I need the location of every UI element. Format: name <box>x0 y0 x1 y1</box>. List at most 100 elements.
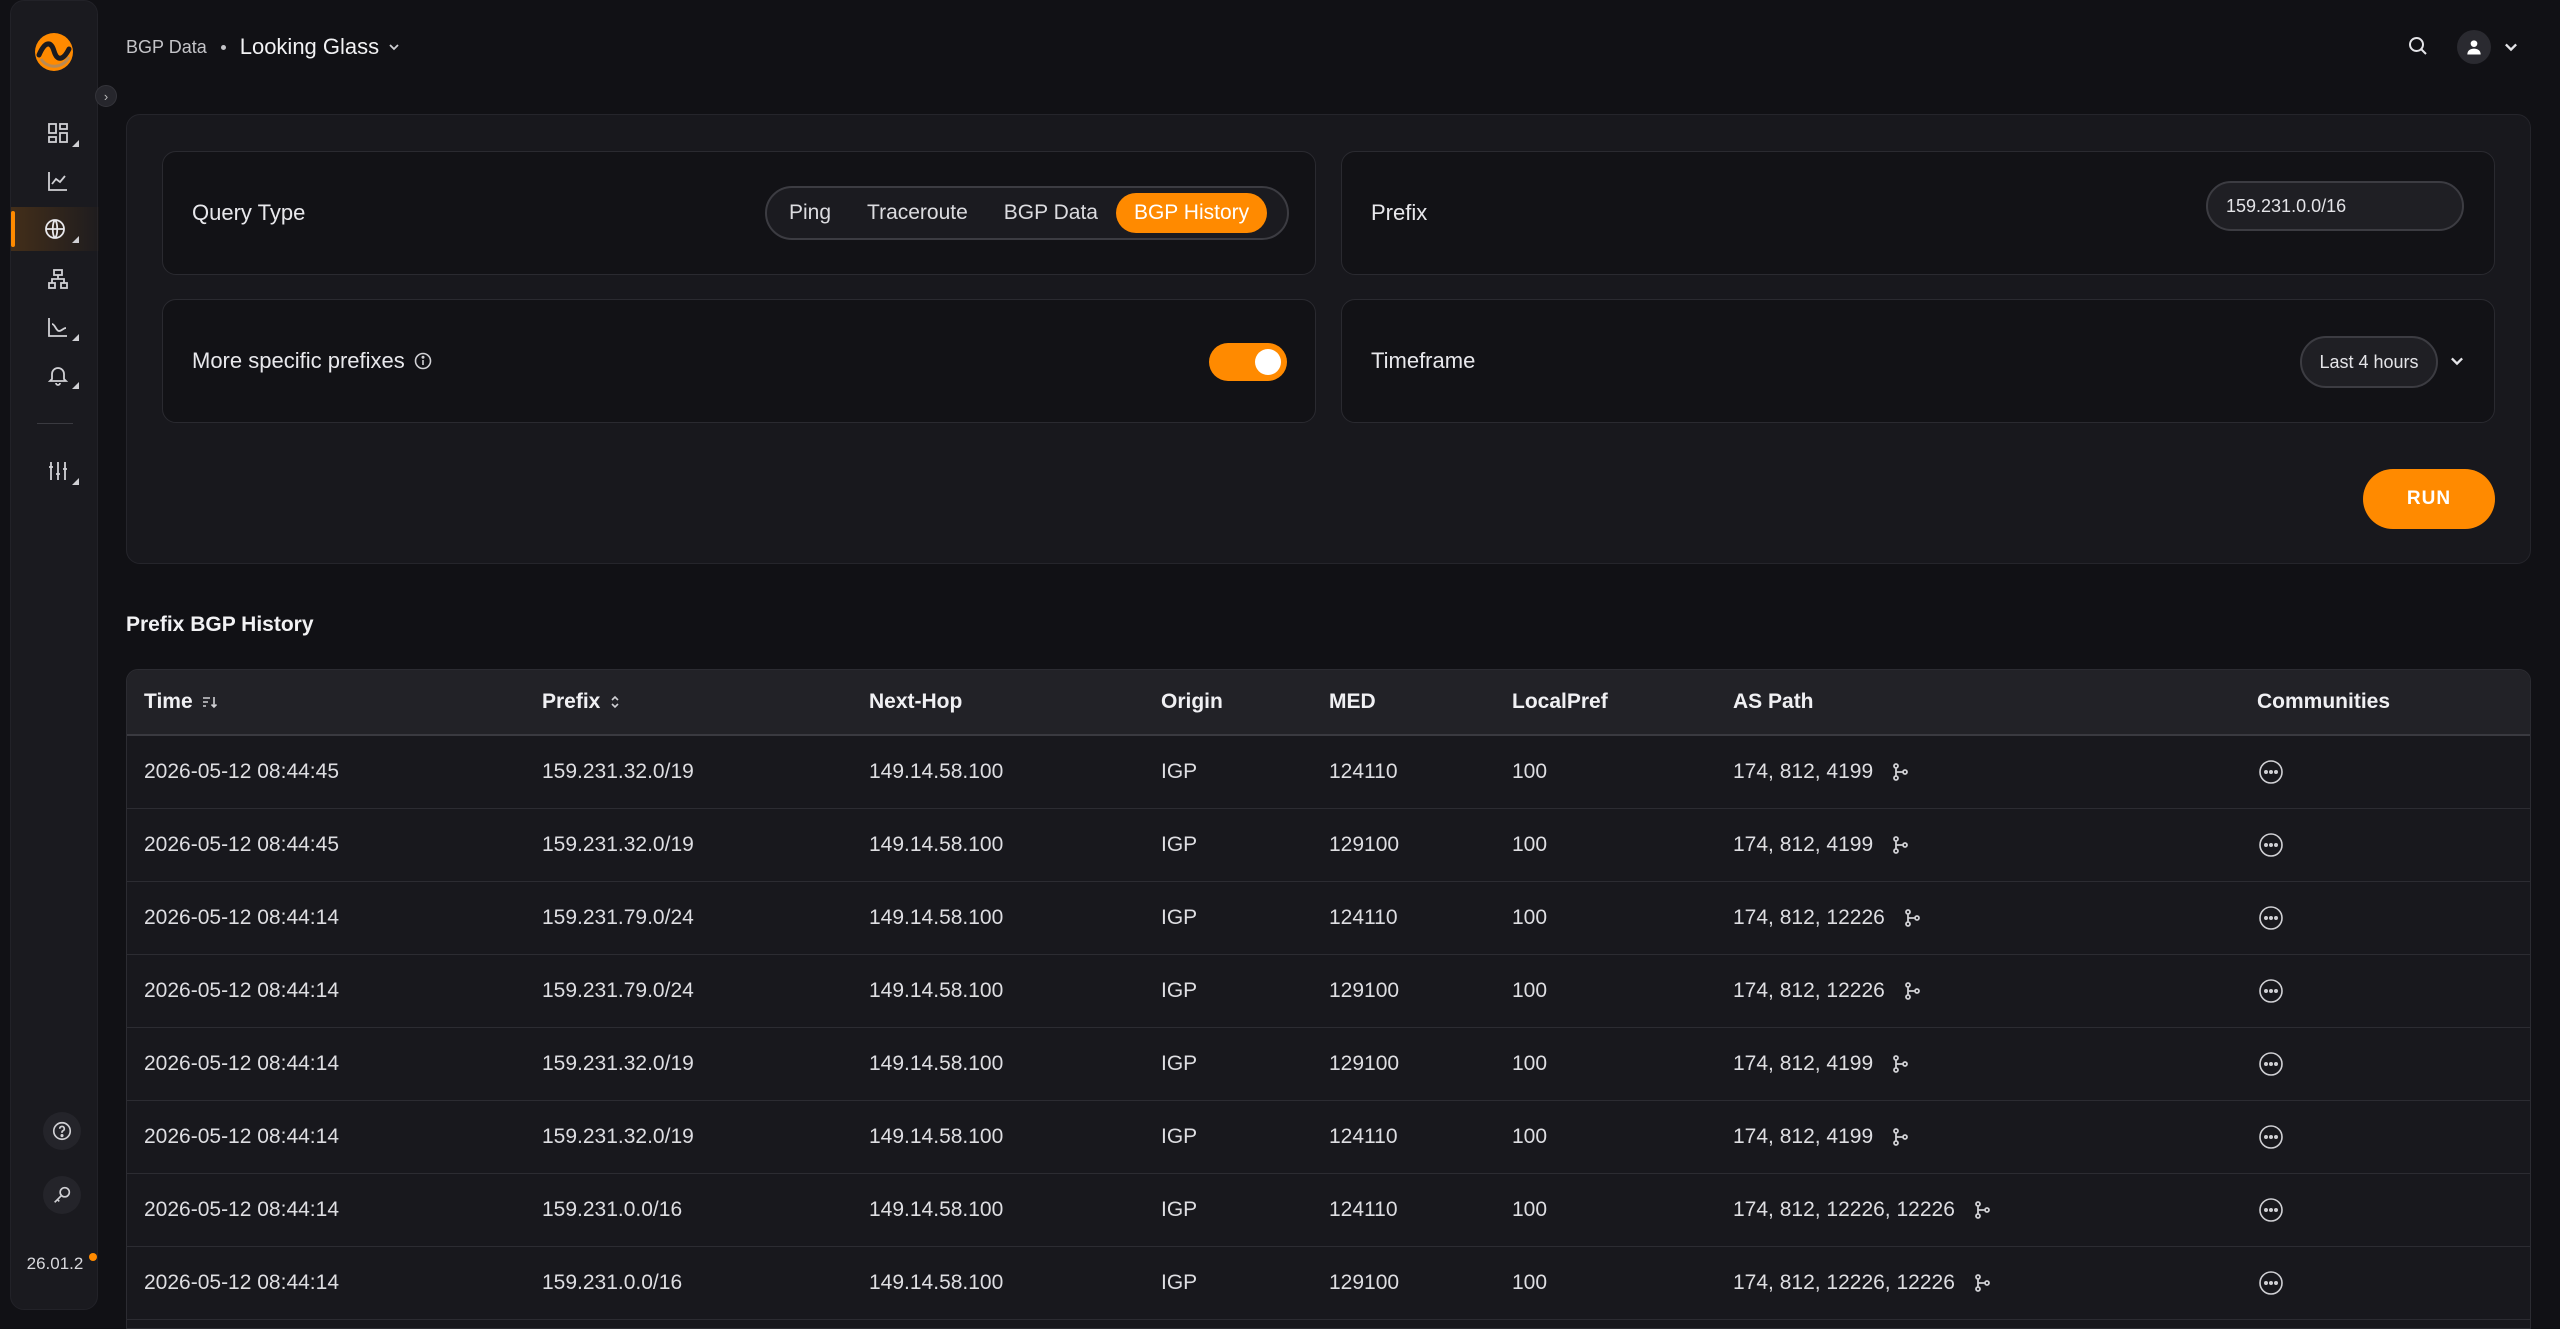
cell-prefix: 159.231.32.0/19 <box>542 1052 694 1075</box>
communities-more-button[interactable] <box>2257 831 2285 859</box>
query-type-ping[interactable]: Ping <box>771 193 849 233</box>
communities-more-button[interactable] <box>2257 977 2285 1005</box>
query-type-traceroute[interactable]: Traceroute <box>849 193 986 233</box>
more-specific-label: More specific prefixes <box>192 348 433 374</box>
timeframe-label: Timeframe <box>1371 348 1476 373</box>
column-med: MED <box>1329 690 1376 713</box>
table-row: 2026-05-12 08:44:14 159.231.79.0/24 149.… <box>127 955 2530 1028</box>
communities-more-button[interactable] <box>2257 1269 2285 1297</box>
cell-local-pref: 100 <box>1512 1198 1548 1221</box>
as-path-graph-button[interactable] <box>1903 908 1921 928</box>
as-path-graph-button[interactable] <box>1903 981 1921 1001</box>
branch-icon <box>1974 1201 1990 1219</box>
cell-next-hop: 149.14.58.100 <box>869 1271 1004 1294</box>
as-path-text: 174, 812, 12226, 12226 <box>1733 1198 1955 1221</box>
bell-icon <box>47 367 69 386</box>
as-path-graph-button[interactable] <box>1891 762 1909 782</box>
toggle-knob <box>1255 349 1281 375</box>
as-path-graph-button[interactable] <box>1891 835 1909 855</box>
more-horizontal-icon <box>2259 906 2283 930</box>
cell-med: 124110 <box>1329 1198 1398 1221</box>
sidebar-item-alerts[interactable] <box>33 353 83 397</box>
prefix-input[interactable] <box>2206 181 2464 231</box>
as-path-graph-button[interactable] <box>1973 1200 1991 1220</box>
as-path-text: 174, 812, 4199 <box>1733 760 1874 783</box>
as-path-graph-button[interactable] <box>1891 1054 1909 1074</box>
help-button[interactable] <box>43 1112 81 1150</box>
breadcrumb-parent[interactable]: BGP Data <box>126 37 207 58</box>
column-time[interactable]: Time <box>144 670 219 734</box>
table-header: Time Prefix Next-Hop Origin MED LocalPre… <box>127 670 2530 736</box>
column-local-pref: LocalPref <box>1512 690 1608 713</box>
sidebar-expand-button[interactable]: › <box>95 85 117 107</box>
communities-more-button[interactable] <box>2257 1123 2285 1151</box>
sidebar-item-settings[interactable] <box>33 449 83 493</box>
table-row: 2026-05-12 08:44:45 159.231.32.0/19 149.… <box>127 809 2530 882</box>
sidebar-item-topology[interactable] <box>33 257 83 301</box>
user-menu-chevron[interactable] <box>2502 38 2520 61</box>
help-icon <box>52 1121 72 1141</box>
license-button[interactable] <box>43 1176 81 1214</box>
communities-more-button[interactable] <box>2257 1050 2285 1078</box>
sort-icon <box>611 695 619 709</box>
table-row: 2026-05-12 08:44:14 159.231.32.0/19 149.… <box>127 1028 2530 1101</box>
sidebar-item-looking-glass[interactable] <box>11 207 99 251</box>
cell-next-hop: 149.14.58.100 <box>869 760 1004 783</box>
search-button[interactable] <box>2406 34 2436 64</box>
more-specific-toggle[interactable] <box>1209 343 1287 381</box>
user-menu-button[interactable] <box>2457 30 2491 64</box>
page-title: Looking Glass <box>239 34 380 59</box>
cell-next-hop: 149.14.58.100 <box>869 1052 1004 1075</box>
sidebar: › 26.01.2 <box>10 0 117 1310</box>
timeframe-card: Timeframe Last 4 hours <box>1341 299 2495 423</box>
cell-as-path: 174, 812, 4199 <box>1733 1028 1909 1100</box>
branch-icon <box>1904 982 1920 1000</box>
query-type-bgp-history[interactable]: BGP History <box>1115 193 1268 233</box>
as-path-graph-button[interactable] <box>1973 1273 1991 1293</box>
info-icon[interactable] <box>413 351 433 371</box>
cell-as-path: 174, 812, 4199 <box>1733 809 1909 881</box>
cell-med: 124110 <box>1329 906 1398 929</box>
run-button[interactable]: RUN <box>2363 469 2495 529</box>
column-prefix[interactable]: Prefix <box>542 670 622 734</box>
cell-time: 2026-05-12 08:44:14 <box>144 979 339 1002</box>
more-horizontal-icon <box>2259 1271 2283 1295</box>
user-icon <box>2467 40 2481 55</box>
table-row: 2026-05-12 08:44:14 159.231.79.0/24 149.… <box>127 882 2530 955</box>
branch-icon <box>1893 836 1909 854</box>
cell-local-pref: 100 <box>1512 979 1548 1002</box>
cell-med: 129100 <box>1329 1271 1400 1294</box>
communities-more-button[interactable] <box>2257 904 2285 932</box>
cell-local-pref: 100 <box>1512 1125 1548 1148</box>
cell-as-path: 174, 812, 12226 <box>1733 882 1921 954</box>
sidebar-item-analytics[interactable] <box>33 159 83 203</box>
area-chart-icon <box>48 318 67 337</box>
as-path-graph-button[interactable] <box>1891 1127 1909 1147</box>
cell-next-hop: 149.14.58.100 <box>869 1125 1004 1148</box>
query-type-bgp-data[interactable]: BGP Data <box>986 193 1116 233</box>
sidebar-item-reports[interactable] <box>33 305 83 349</box>
cell-origin: IGP <box>1161 979 1198 1002</box>
more-horizontal-icon <box>2259 1125 2283 1149</box>
results-title: Prefix BGP History <box>126 613 314 636</box>
column-prefix-label: Prefix <box>542 690 601 713</box>
cell-origin: IGP <box>1161 833 1198 856</box>
page-title-dropdown[interactable]: Looking Glass <box>240 34 401 60</box>
cell-next-hop: 149.14.58.100 <box>869 833 1004 856</box>
cell-as-path: 174, 812, 4199 <box>1733 736 1909 808</box>
sort-descending-icon <box>202 697 217 709</box>
chevron-down-icon <box>2505 43 2517 52</box>
prefix-label: Prefix <box>1371 200 1428 225</box>
timeframe-select[interactable]: Last 4 hours <box>2300 336 2438 388</box>
app-logo-icon[interactable] <box>33 31 75 73</box>
chevron-down-icon[interactable] <box>2448 352 2466 370</box>
sidebar-item-dashboards[interactable] <box>33 111 83 155</box>
cell-med: 124110 <box>1329 1125 1398 1148</box>
cell-origin: IGP <box>1161 1271 1198 1294</box>
cell-as-path: 174, 812, 12226 <box>1733 955 1921 1027</box>
column-next-hop: Next-Hop <box>869 690 963 713</box>
communities-more-button[interactable] <box>2257 1196 2285 1224</box>
communities-more-button[interactable] <box>2257 758 2285 786</box>
cell-med: 124110 <box>1329 760 1398 783</box>
cell-origin: IGP <box>1161 1052 1198 1075</box>
